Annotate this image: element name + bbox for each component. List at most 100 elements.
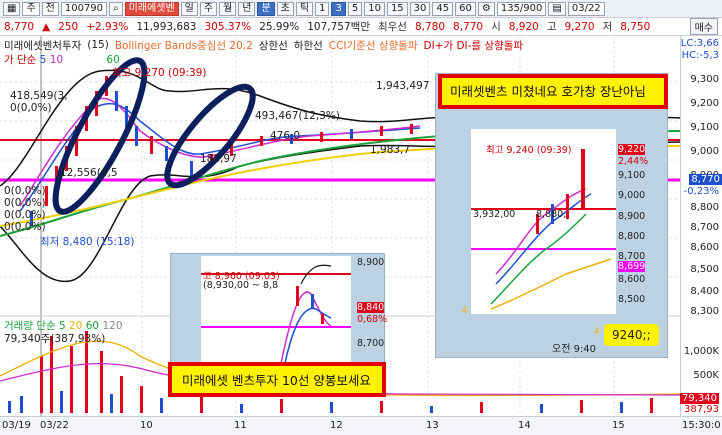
date-12: 12: [330, 420, 343, 431]
axis-9100: 9,100: [690, 122, 719, 133]
indicator-stock-name: 미래에셋벤처투자: [4, 39, 82, 52]
interval-60[interactable]: 60: [455, 1, 476, 16]
low-annotation: 최저 8,480 (15:18): [40, 236, 135, 248]
axis-8500: 8,500: [690, 264, 719, 275]
date-10: 10: [140, 420, 153, 431]
indicator-count: (15): [87, 39, 109, 51]
small-popup-axis-8840: 8,840: [357, 302, 385, 313]
chat-popup-axis-9220: 9,220: [618, 144, 646, 155]
low-label: 저: [602, 21, 613, 33]
ma-5: 5: [39, 54, 47, 66]
ma-label: 가 단순: [4, 54, 37, 66]
chat-popup-axis-9000: 9,000: [618, 190, 646, 201]
volume-current: 79,340주(387,93%): [4, 333, 106, 345]
volume-right-pct: 387,93: [684, 404, 719, 415]
search-icon[interactable]: ⌕: [109, 1, 123, 16]
message-bottom: 미래에셋 벤츠투자 10선 양봉보세요: [168, 362, 386, 397]
date-14: 14: [518, 420, 531, 431]
annotation-v9: 0(0,0%): [4, 185, 46, 197]
chat-popup: 최고 9,240 (09:39) 3,932,00 8,880, 9,220 2…: [435, 73, 668, 358]
annotation-v2: 0(0,0%): [10, 102, 52, 114]
interval-15[interactable]: 15: [386, 1, 408, 16]
interval-10[interactable]: 10: [364, 1, 385, 16]
toolbar-item-ju[interactable]: 주: [22, 1, 40, 16]
dmi-label[interactable]: DI+가 DI-를 상향돌파: [423, 38, 523, 53]
volume-ma-120: 120: [102, 320, 123, 332]
bollinger-label[interactable]: Bollinger Bands중심선 20,2: [115, 38, 253, 53]
period-second[interactable]: 초: [276, 1, 294, 16]
message-top: 미래셋벤츠 미쳤네요 호가창 장난아님: [438, 74, 668, 109]
grid-icon[interactable]: ▦: [3, 1, 21, 16]
date-13: 13: [426, 420, 439, 431]
axis-lc: LC:3,66: [680, 38, 719, 49]
interval-3[interactable]: 3: [331, 1, 346, 16]
high-label: 고: [546, 21, 557, 33]
interval-1[interactable]: 1: [315, 1, 330, 16]
toolbar-item-jeon[interactable]: 전: [41, 1, 59, 16]
stock-name[interactable]: 미래에셋벤: [124, 1, 179, 16]
period-tick[interactable]: 틱: [295, 1, 314, 16]
low-price: 8,750: [620, 20, 651, 33]
axis-8400: 8,400: [690, 286, 719, 297]
quote-bar: 8,770 ▲ 250 +2.93% 11,993,683 305.37% 25…: [0, 18, 722, 36]
volume-ratio: 305.37%: [204, 20, 252, 33]
small-popup-range: (8,930,00 ~ 8,8: [203, 280, 279, 291]
axis-8800: 8,800: [690, 202, 719, 213]
axis-8300: 8,300: [690, 306, 719, 317]
annotation-v11: 0(0,0%): [4, 209, 46, 221]
volume-axis-1000k: 1,000K: [683, 346, 719, 357]
annotation-v3: 493,467(12,3%): [255, 110, 340, 122]
annotation-v6: 476,0: [270, 130, 301, 142]
cci-label[interactable]: CCI기준선 상향돌파: [329, 38, 418, 53]
period-week[interactable]: 주: [199, 1, 218, 16]
interval-30[interactable]: 30: [409, 1, 431, 16]
axis-hc: HC:-5,3: [681, 50, 719, 61]
up-arrow-icon: ▲: [42, 20, 51, 33]
date-end-time: 15:30:0: [682, 420, 721, 431]
interval-5[interactable]: 5: [347, 1, 363, 16]
price-change: 250: [58, 20, 79, 33]
annotation-v4: 1,943,497: [376, 80, 430, 92]
buy-button[interactable]: 매수: [689, 18, 718, 35]
date-0319: 03/19: [2, 420, 31, 431]
small-popup-axis-8900: 8,900: [357, 257, 385, 268]
high-price: 9,270: [564, 20, 595, 33]
chat-popup-axis-8900: 8,900: [618, 211, 646, 222]
chart-window: ▦ 주 전 100790 ⌕ 미래에셋벤 일 주 월 년 분 초 틱 1 3 5…: [0, 0, 722, 435]
chat-popup-axis-pct: 2,44%: [618, 156, 649, 167]
stock-code-input[interactable]: 100790: [60, 1, 108, 16]
annotation-v10: 0(0,0%): [4, 197, 46, 209]
interval-45[interactable]: 45: [432, 1, 454, 16]
high-annotation: 최고 9,270 (09:39): [112, 67, 207, 79]
chat-popup-axis-9100: 9,100: [618, 170, 646, 181]
chat-popup-footer-num: 4: [462, 306, 468, 316]
annotation-v1: 418,549(3,: [10, 90, 68, 102]
axis-8600: 8,600: [690, 242, 719, 253]
price-change-pct: +2.93%: [86, 20, 129, 33]
chat-popup-axis-8600: 8,600: [618, 274, 646, 285]
period-day[interactable]: 일: [180, 1, 198, 16]
period-month[interactable]: 월: [219, 1, 237, 16]
toolbar: ▦ 주 전 100790 ⌕ 미래에셋벤 일 주 월 년 분 초 틱 1 3 5…: [0, 0, 722, 18]
calendar-icon[interactable]: ▤: [548, 1, 566, 16]
chat-popup-axis-8699: 8,699: [618, 261, 646, 272]
amount: 107,757백만: [307, 21, 370, 33]
volume-axis-500k: 500K: [693, 370, 719, 381]
chat-popup-high: 최고 9,240 (09:39): [486, 145, 572, 156]
ask-price: 8,770: [453, 20, 484, 33]
axis-9300: 9,300: [690, 74, 719, 85]
axis-8700: 8,700: [690, 222, 719, 233]
price-axis: LC:3,66 HC:-5,3 9,300 9,200 9,100 9,000 …: [680, 36, 722, 416]
chat-time: 오전 9:40: [552, 344, 597, 355]
upper-band-label[interactable]: 상한선: [259, 38, 288, 53]
chat-popup-axis-8500: 8,500: [618, 294, 646, 305]
period-year[interactable]: 년: [238, 1, 256, 16]
indicator-legend: 미래에셋벤처투자 (15) Bollinger Bands중심선 20,2 상한…: [4, 38, 523, 52]
small-popup-axis-pct: 0,68%: [357, 314, 388, 325]
date-axis: 03/19 03/22 10 11 12 13 14 15 15:30:0: [0, 416, 722, 435]
lower-band-label[interactable]: 하한선: [294, 38, 323, 53]
period-minute[interactable]: 분: [257, 1, 275, 16]
amount-label: 최우선: [377, 21, 407, 33]
date-field[interactable]: 03/22: [567, 1, 605, 16]
settings-icon[interactable]: ⚙: [477, 1, 495, 16]
